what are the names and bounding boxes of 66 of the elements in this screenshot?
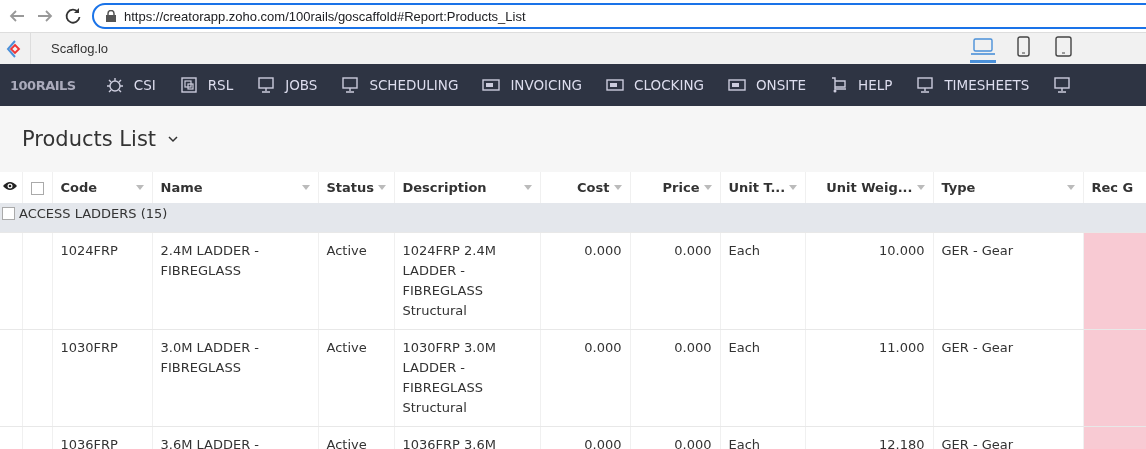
monitor-icon — [1053, 76, 1072, 94]
table-cell: 11.000 — [805, 329, 933, 427]
nav-item[interactable]: HELP — [830, 76, 893, 94]
url-text: https://creatorapp.zoho.com/100rails/goscaffold#Report:Products_List — [124, 8, 526, 24]
table-cell: 0.000 — [540, 232, 630, 330]
logo: 100RAILS — [9, 76, 77, 95]
table-cell: 1036FRP 3.6M — [394, 426, 540, 449]
group-label: ACCESS LADDERS (15) — [19, 205, 168, 221]
table-cell: 3.0M LADDER - FIBREGLASS — [152, 329, 318, 427]
window-icon — [179, 76, 198, 94]
table-cell: 0.000 — [630, 426, 720, 449]
table-cell: Active — [318, 329, 394, 427]
sort-caret-icon[interactable] — [378, 185, 387, 190]
eye-icon[interactable] — [2, 180, 18, 192]
table-cell: 0.000 — [630, 329, 720, 427]
nav-item[interactable]: CLOCKING — [606, 76, 704, 94]
monitor-icon — [257, 76, 276, 94]
table-cell: Active — [318, 232, 394, 330]
nav-item[interactable]: INVOICING — [482, 76, 583, 94]
lock-icon — [106, 10, 116, 22]
nav-item[interactable]: CSI — [105, 76, 156, 94]
table-cell: 1030FRP 3.0M LADDER - FIBREGLASS Structural — [394, 329, 540, 427]
card-icon — [727, 76, 746, 94]
table-cell: 1036FRP — [52, 426, 152, 449]
table-cell: Active — [318, 426, 394, 449]
table-cell: Each — [720, 232, 805, 330]
address-bar[interactable]: https://creatorapp.zoho.com/100rails/goscaffold#Report:Products_List — [92, 3, 1146, 29]
table-cell: 0.000 — [630, 232, 720, 330]
sort-caret-icon[interactable] — [613, 185, 622, 190]
card-icon — [482, 76, 501, 94]
table-cell: 1024FRP 2.4M LADDER - FIBREGLASS Structural — [394, 232, 540, 330]
table-cell: 12.180 — [805, 426, 933, 449]
table-cell: Each — [720, 426, 805, 449]
sort-caret-icon[interactable] — [703, 185, 712, 190]
table-cell: GER - Gear — [933, 232, 1083, 330]
sort-caret-icon[interactable] — [789, 185, 798, 190]
table-cell: 3.6M LADDER - — [152, 426, 318, 449]
table-cell: 2.4M LADDER - FIBREGLASS — [152, 232, 318, 330]
nav-item[interactable]: JOBS — [257, 76, 318, 94]
cart-icon — [830, 76, 849, 94]
sort-caret-icon[interactable] — [301, 185, 310, 190]
table-cell: 10.000 — [805, 232, 933, 330]
sort-caret-icon[interactable] — [916, 185, 925, 190]
card-icon — [606, 76, 625, 94]
table-cell: 0.000 — [540, 426, 630, 449]
nav-item[interactable]: ONSITE — [727, 76, 807, 94]
table-cell: 0.000 — [540, 329, 630, 427]
chevron-down-icon[interactable] — [168, 135, 179, 143]
table-cell: 1030FRP — [52, 329, 152, 427]
report-title: Products List — [22, 127, 157, 151]
group-checkbox[interactable] — [2, 207, 15, 220]
nav-item[interactable]: TIMESHEETS — [916, 76, 1030, 94]
sort-caret-icon[interactable] — [523, 185, 532, 190]
monitor-icon — [916, 76, 935, 94]
table-cell: 1024FRP — [52, 232, 152, 330]
reload-icon[interactable] — [64, 7, 82, 25]
nav-item[interactable]: RSL — [179, 76, 234, 94]
table-cell: GER - Gear — [933, 329, 1083, 427]
sort-caret-icon[interactable] — [1066, 185, 1075, 190]
sort-caret-icon[interactable] — [135, 185, 144, 190]
table-cell: GER - Gear — [933, 426, 1083, 449]
table-cell: Each — [720, 329, 805, 427]
select-all-checkbox[interactable] — [30, 182, 44, 195]
monitor-icon — [341, 76, 360, 94]
nav-item[interactable]: SCHEDULING — [341, 76, 459, 94]
app-title: Scaflog.lo — [51, 41, 110, 56]
